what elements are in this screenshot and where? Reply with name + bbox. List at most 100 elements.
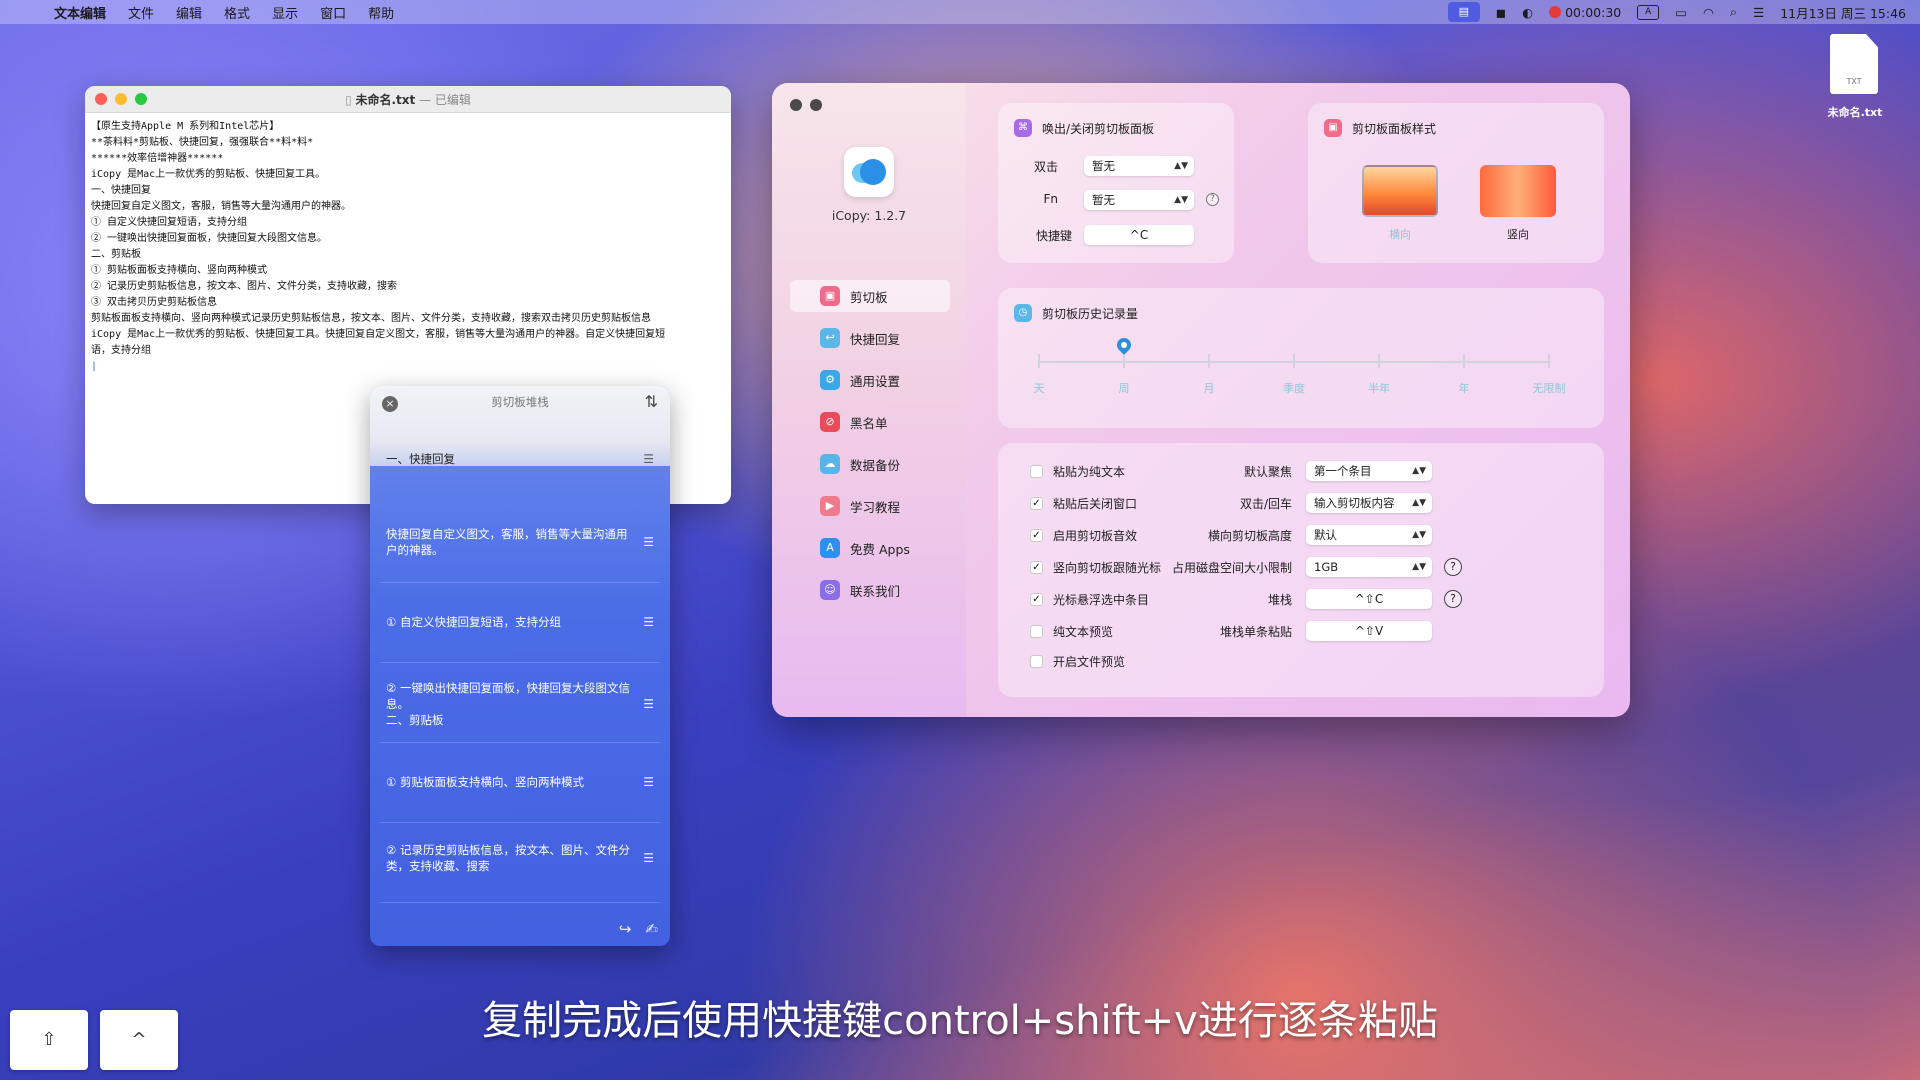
text-line: ******效率倍增神器****** [91, 153, 224, 164]
stack-item[interactable]: ① 自定义快捷回复短语，支持分组 ☰ [370, 608, 670, 636]
clock-icon: ◷ [1014, 304, 1032, 322]
toggle-panel-card: ⌘ 唤出/关闭剪切板面板 双击 暂无 ▲▼ Fn 暂无 ▲▼ ? 快捷键 ^C [998, 103, 1234, 263]
vertical-style-option[interactable] [1480, 165, 1556, 217]
stack-item[interactable]: 一、快捷回复 ☰ [370, 444, 670, 474]
sidebar-item-contact[interactable]: ☺ 联系我们 [790, 574, 950, 606]
sidebar-item-label: 免费 Apps [850, 541, 910, 557]
battery-icon[interactable]: ▭ [1675, 5, 1687, 20]
people-icon: ☺ [820, 580, 840, 600]
sort-icon[interactable]: ⇅ [645, 392, 658, 411]
drag-handle-icon[interactable]: ☰ [643, 534, 654, 550]
tick-label: 无限制 [1532, 382, 1566, 395]
checkbox-hover-select[interactable]: ✓ 光标悬浮选中条目 [1030, 591, 1149, 608]
checkbox-text-preview[interactable]: 纯文本预览 [1030, 623, 1113, 640]
text-area[interactable]: 【原生支持Apple M 系列和Intel芯片】 **茶料料*剪贴板、快捷回复，… [85, 113, 731, 381]
stack-item-text: ① 剪贴板面板支持横向、竖向两种模式 [386, 775, 584, 789]
checkbox-follow-cursor[interactable]: ✓ 竖向剪切板跟随光标 [1030, 559, 1161, 576]
app-store-icon: A [820, 538, 840, 558]
sidebar-item-clipboard[interactable]: ▣ 剪切板 [790, 280, 950, 312]
disk-limit-select[interactable]: 1GB ▲▼ [1306, 557, 1432, 577]
stack-paste-shortcut-recorder[interactable]: ^⇧V [1306, 621, 1432, 641]
desktop-file-name[interactable]: 未命名.txt [1800, 104, 1910, 120]
stack-item[interactable]: ② 一键唤出快捷回复面板，快捷回复大段图文信息。 二、剪贴板 ☰ [370, 678, 670, 730]
checkbox-plain-text[interactable]: 粘贴为纯文本 [1030, 463, 1125, 480]
checkbox-file-preview[interactable]: 开启文件预览 [1030, 653, 1125, 670]
sidebar-item-backup[interactable]: ☁ 数据备份 [790, 448, 950, 480]
divider [380, 662, 660, 663]
stack-item[interactable]: ① 剪贴板面板支持横向、竖向两种模式 ☰ [370, 768, 670, 796]
recording-timer[interactable]: 00:00:30 [1549, 5, 1621, 20]
double-click-select[interactable]: 暂无 ▲▼ [1084, 156, 1194, 176]
menu-app-name[interactable]: 文本编辑 [54, 3, 106, 22]
checkbox[interactable]: ✓ [1030, 529, 1043, 542]
drag-handle-icon[interactable]: ☰ [643, 774, 654, 790]
checkbox-label: 启用剪切板音效 [1053, 529, 1138, 543]
stack-shortcut-recorder[interactable]: ^⇧C [1306, 589, 1432, 609]
sidebar-item-free-apps[interactable]: A 免费 Apps [790, 532, 950, 564]
checkbox-close-after-paste[interactable]: ✓ 粘贴后关闭窗口 [1030, 495, 1137, 512]
file-ext-label: TXT [1846, 77, 1862, 86]
drag-handle-icon[interactable]: ☰ [643, 451, 654, 467]
stack-item[interactable]: 快捷回复自定义图文，客服，销售等大量沟通用户的神器。 ☰ [370, 522, 670, 562]
menu-file[interactable]: 文件 [128, 3, 154, 22]
icopy-menu-icon[interactable]: ▤ [1447, 2, 1480, 22]
text-line: 快捷回复自定义图文，客服，销售等大量沟通用户的神器。 [91, 201, 351, 212]
checkbox-sound[interactable]: ✓ 启用剪切板音效 [1030, 527, 1137, 544]
desktop-file-icon[interactable]: TXT [1830, 34, 1878, 94]
menu-edit[interactable]: 编辑 [176, 3, 202, 22]
sign-icon[interactable]: ✍ [645, 920, 658, 938]
share-icon[interactable]: ↪ [619, 920, 632, 938]
sidebar-item-tutorial[interactable]: ▶ 学习教程 [790, 490, 950, 522]
stack-title: 剪切板堆栈 [491, 395, 549, 409]
stack-label: 堆栈 [1267, 593, 1292, 607]
checkbox[interactable]: ✓ [1030, 593, 1043, 606]
focus-icon[interactable]: ◐ [1522, 5, 1533, 20]
help-icon[interactable]: ? [1444, 558, 1462, 576]
sidebar-item-blacklist[interactable]: ⊘ 黑名单 [790, 406, 950, 438]
menu-help[interactable]: 帮助 [368, 3, 394, 22]
shortcut-recorder[interactable]: ^C [1084, 225, 1194, 245]
input-source-icon[interactable]: A [1637, 4, 1660, 20]
clock-text[interactable]: 11月13日 周三 15:46 [1780, 3, 1906, 22]
drag-handle-icon[interactable]: ☰ [643, 696, 654, 712]
sidebar-item-quick-reply[interactable]: ↩ 快捷回复 [790, 322, 950, 354]
search-icon[interactable]: ⌕ [1730, 4, 1737, 20]
drag-handle-icon[interactable]: ☰ [643, 614, 654, 630]
default-focus-select[interactable]: 第一个条目 ▲▼ [1306, 461, 1432, 481]
help-icon[interactable]: ? [1206, 193, 1219, 206]
close-window-button[interactable] [790, 99, 802, 111]
checkbox[interactable] [1030, 655, 1043, 668]
stack-item[interactable]: ② 记录历史剪贴板信息，按文本、图片、文件分类，支持收藏、搜索 ☰ [370, 838, 670, 878]
fn-select[interactable]: 暂无 ▲▼ [1084, 190, 1194, 210]
control-center-icon[interactable]: ☰ [1753, 5, 1764, 20]
menu-window[interactable]: 窗口 [320, 3, 346, 22]
text-line: 剪贴板面板支持横向、竖向两种模式记录历史剪贴板信息，按文本、图片、文件分类，支持… [91, 313, 651, 324]
checkbox-label: 光标悬浮选中条目 [1053, 593, 1150, 607]
options-card: 粘贴为纯文本 ✓ 粘贴后关闭窗口 ✓ 启用剪切板音效 ✓ 竖向剪切板跟随光标 ✓ 光标悬… [998, 443, 1604, 697]
horizontal-style-option[interactable] [1362, 165, 1438, 217]
dblclick-select[interactable]: 输入剪切板内容 ▲▼ [1306, 493, 1432, 513]
drag-handle-icon[interactable]: ☰ [643, 850, 654, 866]
disk-limit-label: 占用磁盘空间大小限制 [1171, 561, 1292, 575]
menu-format[interactable]: 格式 [224, 3, 250, 22]
minimize-window-button[interactable] [810, 99, 822, 111]
height-select[interactable]: 默认 ▲▼ [1306, 525, 1432, 545]
window-status: — 已编辑 [419, 92, 471, 107]
checkbox[interactable] [1030, 625, 1043, 638]
notch-app-icon[interactable]: ◼ [1496, 5, 1506, 20]
checkbox[interactable]: ✓ [1030, 497, 1043, 510]
chevron-updown-icon: ▲▼ [1412, 530, 1426, 540]
checkbox[interactable] [1030, 465, 1043, 478]
help-icon[interactable]: ? [1444, 590, 1462, 608]
wifi-icon[interactable]: ◠ [1703, 5, 1714, 20]
shift-key-button: ⇧ [10, 1010, 88, 1070]
horizontal-caption: 横向 [1389, 228, 1411, 241]
divider [380, 582, 660, 583]
checkbox[interactable]: ✓ [1030, 561, 1043, 574]
slider-thumb[interactable] [1114, 335, 1134, 355]
sidebar-item-general[interactable]: ⚙ 通用设置 [790, 364, 950, 396]
window-titlebar[interactable]: ▯ 未命名.txt — 已编辑 [85, 86, 731, 113]
window-title: ▯ 未命名.txt — 已编辑 [85, 91, 731, 108]
menu-view[interactable]: 显示 [272, 3, 298, 22]
slider-tick [1463, 354, 1465, 368]
